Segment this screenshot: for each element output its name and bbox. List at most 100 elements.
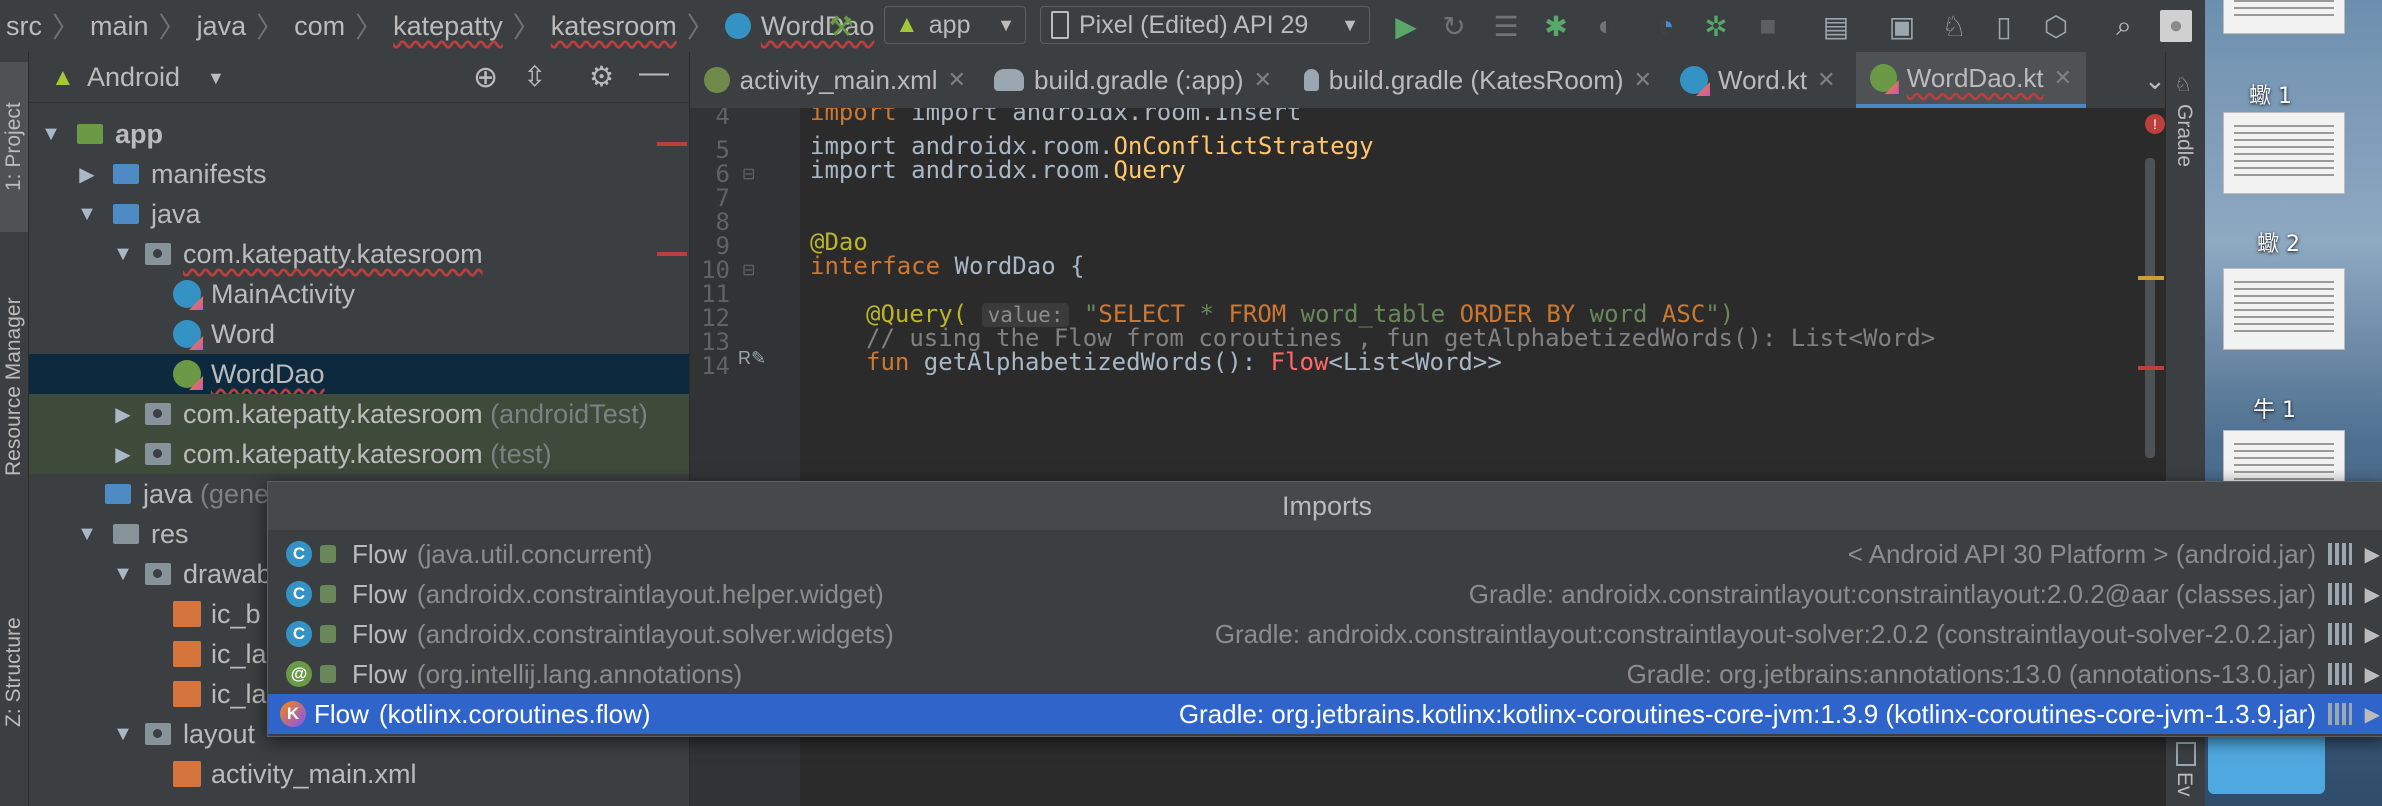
profile-icon[interactable]: ◔ [1650, 10, 1682, 42]
device-icon [1051, 11, 1069, 39]
tab-build-gradle-app[interactable]: build.gradle (:app) ✕ [980, 52, 1290, 108]
tree-item-package[interactable]: ▶ com.katepatty.katesroom (androidTest) [29, 394, 689, 434]
breadcrumb-item[interactable]: katepatty [393, 11, 503, 42]
chevron-right-icon[interactable]: ▶ [2365, 582, 2380, 607]
tree-item-file[interactable]: MainActivity [29, 274, 689, 314]
lock-icon [320, 545, 336, 563]
apply-changes-icon[interactable]: ↻ [1438, 10, 1470, 42]
kotlin-interface-icon [173, 360, 201, 388]
avd-manager-icon[interactable]: ▯ [1988, 10, 2020, 42]
tab-project[interactable]: 1: Project [0, 62, 28, 232]
scrollbar[interactable] [2145, 158, 2155, 458]
tab-word-kt[interactable]: Word.kt ✕ [1666, 52, 1856, 108]
sdk-manager-icon[interactable]: ⬡ [2040, 10, 2072, 42]
breadcrumb-item-current[interactable]: WordDao [761, 11, 875, 42]
tree-item-file-selected[interactable]: WordDao [29, 354, 689, 394]
close-icon[interactable]: ✕ [2054, 65, 2072, 91]
collapsed-arrow-icon: ▶ [115, 443, 131, 466]
close-icon[interactable]: ✕ [948, 67, 966, 93]
project-structure-icon[interactable]: ▤ [1820, 10, 1852, 42]
code-line: import import androidx.room.Insert [810, 108, 1302, 126]
attach-debugger-icon[interactable]: ◐ [1590, 10, 1622, 42]
close-icon[interactable]: ✕ [1254, 67, 1272, 93]
layout-inspector-icon[interactable]: ▣ [1886, 10, 1918, 42]
coverage-icon[interactable]: ✲ [1700, 10, 1732, 42]
generated-folder-icon [105, 484, 131, 504]
tab-activity-main-xml[interactable]: activity_main.xml ✕ [690, 52, 980, 108]
hide-panel-icon[interactable]: — [639, 56, 669, 90]
tree-item-file[interactable]: activity_main.xml [29, 754, 689, 794]
collapse-all-icon[interactable]: ⇳ [523, 60, 546, 93]
gradle-icon [1304, 69, 1319, 91]
fold-icon[interactable]: ⊟ [742, 260, 755, 280]
import-option[interactable]: C Flow (androidx.constraintlayout.solver… [268, 614, 2382, 654]
tree-item-file[interactable]: Word [29, 314, 689, 354]
account-avatar[interactable]: ● [2160, 10, 2192, 42]
folder-icon [113, 164, 139, 184]
close-icon[interactable]: ✕ [1634, 67, 1652, 93]
document-thumbnail[interactable] [2223, 0, 2345, 34]
stop-icon[interactable]: ■ [1752, 10, 1784, 42]
build-hammer-icon[interactable]: ⚒ [825, 10, 857, 42]
tab-gradle[interactable]: Gradle [2172, 104, 2196, 167]
tab-event-log[interactable]: Ev [2172, 772, 2196, 797]
chevron-right-icon[interactable]: ▶ [2365, 622, 2380, 647]
import-option[interactable]: C Flow (java.util.concurrent) < Android … [268, 534, 2382, 574]
device-select[interactable]: Pixel (Edited) API 29 ▼ [1040, 6, 1370, 44]
import-option-selected[interactable]: K Flow (kotlinx.coroutines.flow) Gradle:… [268, 694, 2382, 734]
locate-icon[interactable]: ⊕ [473, 60, 498, 95]
tree-item-java[interactable]: ▼ java [29, 194, 689, 234]
line-number: 14 [701, 352, 730, 380]
tab-structure[interactable]: Z: Structure [0, 572, 28, 772]
package-icon [145, 443, 171, 465]
tree-item-package[interactable]: ▼ com.katepatty.katesroom [29, 234, 689, 274]
folder-icon[interactable] [2208, 730, 2325, 794]
breadcrumb-item[interactable]: java [197, 11, 247, 42]
chevron-right-icon[interactable]: ▶ [2365, 702, 2380, 727]
chevron-right-icon[interactable]: ▶ [2365, 542, 2380, 567]
chevron-down-icon[interactable]: ▼ [207, 68, 225, 89]
expanded-arrow-icon: ▼ [113, 722, 133, 745]
search-icon[interactable]: ⌕ [2108, 10, 2140, 42]
imports-popup: Imports C Flow (java.util.concurrent) < … [267, 481, 2382, 737]
gear-icon[interactable]: ⚙ [589, 60, 614, 93]
package-icon [145, 403, 171, 425]
run-icon[interactable]: ▶ [1390, 10, 1422, 42]
library-icon [2328, 583, 2352, 605]
error-stripe-mark[interactable] [2138, 366, 2164, 370]
tree-item-app[interactable]: ▼ app [29, 114, 689, 154]
tab-worddao-kt[interactable]: WordDao.kt ✕ [1856, 52, 2086, 108]
fold-icon[interactable]: ⊟ [742, 164, 755, 184]
kotlin-file-icon [724, 13, 751, 39]
tree-item-package[interactable]: ▶ com.katepatty.katesroom (test) [29, 434, 689, 474]
tree-item-manifests[interactable]: ▶ manifests [29, 154, 689, 194]
run-config-select[interactable]: ▲ app ▼ [884, 6, 1026, 44]
line-number: 4 [715, 108, 730, 130]
project-view-select[interactable]: Android [87, 62, 180, 93]
apply-code-changes-icon[interactable]: ☰ [1490, 10, 1522, 42]
folder-icon [145, 563, 171, 585]
warning-stripe-mark[interactable] [2138, 276, 2164, 280]
import-option[interactable]: C Flow (androidx.constraintlayout.helper… [268, 574, 2382, 614]
tab-build-gradle-project[interactable]: build.gradle (KatesRoom) ✕ [1290, 52, 1666, 108]
gradle-icon: ♘ [2174, 74, 2192, 96]
import-option[interactable]: @ Flow (org.intellij.lang.annotations) G… [268, 654, 2382, 694]
document-thumbnail[interactable] [2223, 268, 2345, 350]
breadcrumb-item[interactable]: katesroom [551, 11, 677, 42]
sync-gradle-icon[interactable]: ♘ [1938, 10, 1970, 42]
document-thumbnail[interactable] [2223, 112, 2345, 194]
breadcrumb-item[interactable]: com [294, 11, 345, 42]
expanded-arrow-icon: ▼ [41, 122, 61, 145]
close-icon[interactable]: ✕ [1817, 67, 1835, 93]
code-line: import androidx.room.Query [810, 156, 1186, 184]
tab-resource-manager[interactable]: Resource Manager [0, 252, 28, 522]
chevron-right-icon[interactable]: ▶ [2365, 662, 2380, 687]
unresolved-reference[interactable]: Flow [1271, 348, 1329, 376]
package-icon [145, 243, 171, 265]
xml-resource-icon [173, 761, 201, 787]
expanded-arrow-icon: ▼ [113, 242, 133, 265]
error-indicator-icon[interactable]: ! [2145, 114, 2165, 134]
debug-icon[interactable]: ✱ [1540, 10, 1572, 42]
breadcrumb-item[interactable]: main [90, 11, 149, 42]
breadcrumb-item[interactable]: src [6, 11, 42, 42]
